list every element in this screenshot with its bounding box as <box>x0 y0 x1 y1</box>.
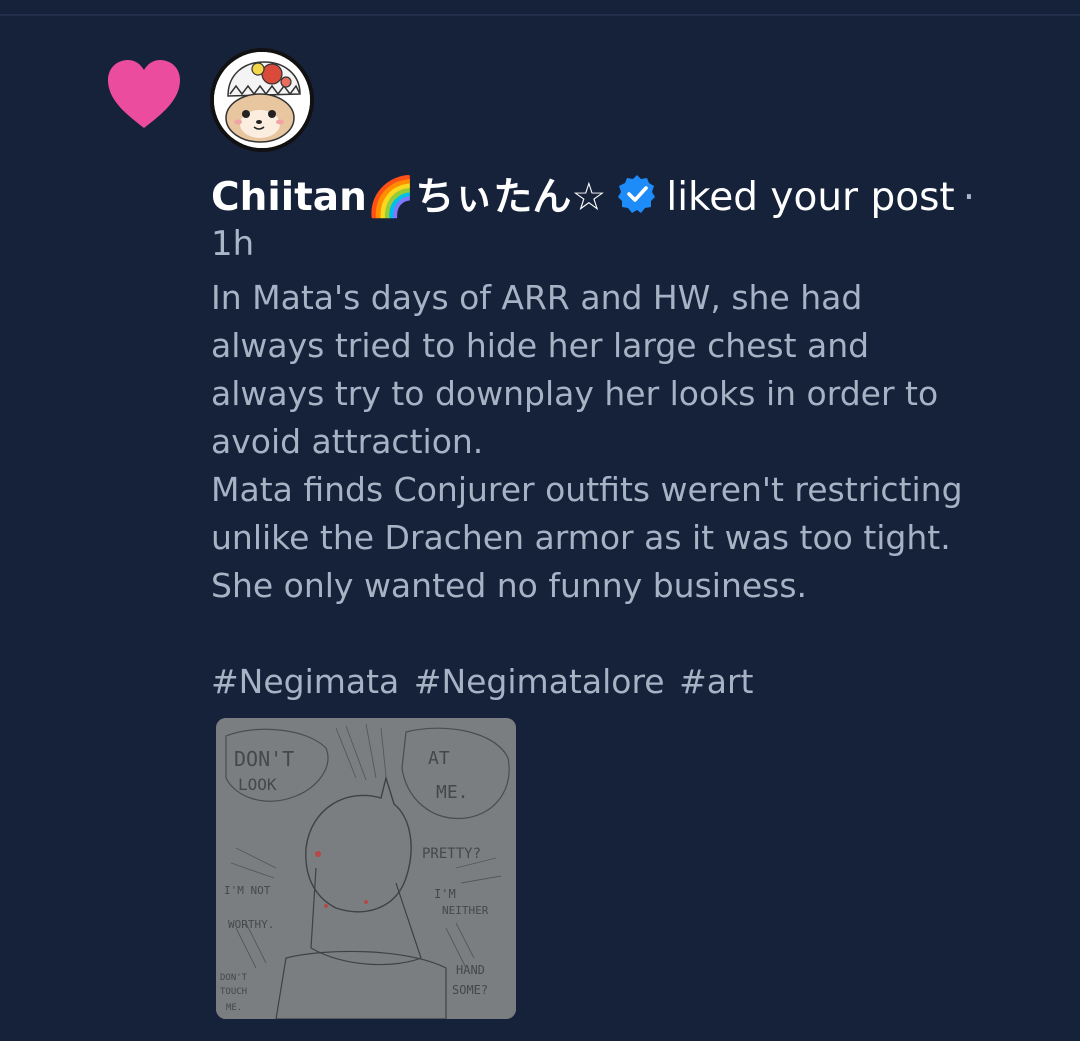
sketch-text: WORTHY. <box>228 918 274 931</box>
sketch-text: ME. <box>436 782 469 803</box>
post-text-line: unlike the Drachen armor as it was too t… <box>211 518 951 557</box>
hashtag-link[interactable]: #art <box>679 662 753 701</box>
sketch-text: ME. <box>226 1003 242 1013</box>
sketch-text: DON'T <box>220 973 248 983</box>
timestamp: 1h <box>211 224 255 264</box>
avatar-image <box>214 52 310 148</box>
sketch-text: AT <box>428 748 450 769</box>
hashtag-link[interactable]: #Negimatalore <box>414 662 665 701</box>
action-text: liked your post <box>666 175 955 220</box>
post-text-line: always tried to hide her large chest and <box>211 326 870 365</box>
post-text-line: Mata finds Conjurer outfits weren't rest… <box>211 470 963 509</box>
sketch-text: PRETTY? <box>422 846 481 862</box>
avatar[interactable] <box>210 48 314 152</box>
post-text-line: She only wanted no funny business. <box>211 566 808 605</box>
notification-header: Chiitan🌈ちぃたん☆ liked your post · <box>211 172 1031 224</box>
post-image-thumbnail[interactable]: DON'T LOOK AT ME. PRETTY? I'M NOT WORTHY… <box>216 718 516 1019</box>
sketch-image: DON'T LOOK AT ME. PRETTY? I'M NOT WORTHY… <box>216 718 516 1019</box>
post-text-line: In Mata's days of ARR and HW, she had <box>211 278 863 317</box>
user-name[interactable]: Chiitan🌈ちぃたん☆ <box>211 175 606 220</box>
post-text-line: avoid attraction. <box>211 422 484 461</box>
sketch-text: NEITHER <box>442 904 489 917</box>
hashtag-link[interactable]: #Negimata <box>211 662 399 701</box>
post-text-line: always try to downplay her looks in orde… <box>211 374 939 413</box>
sketch-text: SOME? <box>452 983 488 997</box>
sketch-text: LOOK <box>238 775 277 794</box>
verified-badge-icon <box>618 175 656 213</box>
sketch-text: DON'T <box>234 747 294 771</box>
separator-dot: · <box>962 175 976 220</box>
sketch-text: HAND <box>456 963 485 977</box>
heart-icon <box>108 60 180 128</box>
post-preview[interactable]: In Mata's days of ARR and HW, she had al… <box>211 274 1051 706</box>
sketch-text: I'M <box>434 887 456 901</box>
sketch-text: I'M NOT <box>224 884 271 897</box>
hashtag-list: #Negimata #Negimatalore #art <box>211 658 1051 706</box>
sketch-text: TOUCH <box>220 987 247 997</box>
like-notification[interactable]: Chiitan🌈ちぃたん☆ liked your post · 1h In Mat… <box>0 0 1080 1041</box>
